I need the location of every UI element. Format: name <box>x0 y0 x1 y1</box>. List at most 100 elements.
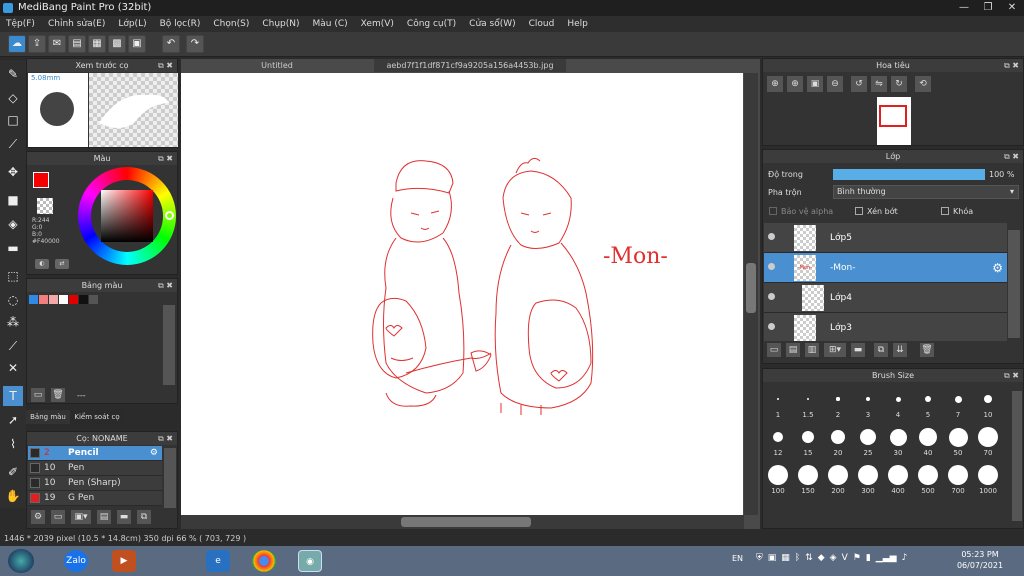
palette-swatch[interactable] <box>59 295 68 304</box>
saturation-square[interactable] <box>101 190 153 242</box>
select-rect-tool-icon[interactable]: ⬚ <box>3 266 23 286</box>
select-eraser-tool-icon[interactable]: ✕ <box>3 358 23 378</box>
move-tool-icon[interactable]: ✥ <box>3 162 23 182</box>
grid-icon[interactable]: ▩ <box>108 35 126 53</box>
language-indicator[interactable]: EN <box>732 554 743 563</box>
brush-size-dot[interactable] <box>773 432 783 442</box>
network-icon[interactable]: ⇅ <box>805 553 813 563</box>
brush-settings-icon[interactable]: ⚙ <box>31 510 45 524</box>
palette-scrollbar[interactable] <box>163 305 175 385</box>
delete-layer-icon[interactable]: 🗑 <box>920 343 934 357</box>
nvidia-icon[interactable]: ◆ <box>818 553 825 563</box>
comment-icon[interactable]: ✉ <box>48 35 66 53</box>
undo-icon[interactable]: ↶ <box>162 35 180 53</box>
brush-size-dot[interactable] <box>828 465 848 485</box>
canvas-vscroll[interactable] <box>744 73 758 515</box>
redo-icon[interactable]: ↷ <box>186 35 204 53</box>
delete-palette-icon[interactable]: 🗑 <box>51 388 65 402</box>
brush-list-item[interactable]: 10 Pen <box>28 461 162 476</box>
bluetooth-icon[interactable]: ᛒ <box>795 553 800 563</box>
battery-icon[interactable]: ▮ <box>866 553 871 563</box>
brush-size-dot[interactable] <box>806 397 810 401</box>
zoom-in-icon[interactable]: ⊕ <box>787 76 803 92</box>
pen-tool-icon[interactable]: ⟋ <box>3 134 23 154</box>
zoom-out-icon[interactable]: ⊖ <box>827 76 843 92</box>
close-button[interactable]: ✕ <box>1000 0 1024 16</box>
panel-buttons[interactable]: ⧉ ✖ <box>158 152 173 165</box>
brush-tool-icon[interactable]: ✎ <box>3 64 23 84</box>
panel-buttons[interactable]: ⧉ ✖ <box>1004 59 1019 72</box>
brush-size-dot[interactable] <box>948 427 968 447</box>
brush-size-dot[interactable] <box>802 431 814 443</box>
canvas-vscroll-thumb[interactable] <box>746 263 756 313</box>
color-wheel[interactable] <box>78 167 176 265</box>
hue-handle[interactable] <box>165 211 174 220</box>
canvas-hscroll[interactable] <box>181 515 744 529</box>
layer-scrollbar[interactable] <box>1008 230 1020 338</box>
add-brush-icon[interactable]: ▣▾ <box>71 510 91 524</box>
drawing-canvas[interactable]: -Mon- <box>181 73 743 515</box>
brush-size-scrollbar[interactable] <box>1012 391 1022 521</box>
brush-size-dot[interactable] <box>948 465 968 485</box>
brush-copy-icon[interactable]: ⧉ <box>137 510 151 524</box>
brush-size-dot[interactable] <box>978 427 998 447</box>
new-halftone-layer-icon[interactable]: ▤ <box>786 343 800 357</box>
zalo-icon[interactable]: Zalo <box>64 550 88 572</box>
panel-buttons[interactable]: ⧉ ✖ <box>158 59 173 72</box>
hand-tool-icon[interactable]: ✋ <box>3 486 23 506</box>
menu-tools[interactable]: Công cụ(T) <box>407 19 456 29</box>
gear-icon[interactable]: ⚙ <box>150 446 158 461</box>
brush-size-dot[interactable] <box>889 428 907 446</box>
opacity-slider[interactable] <box>833 169 985 180</box>
brush-size-dot[interactable] <box>858 465 878 485</box>
layer-row[interactable]: Lớp5 <box>764 223 1007 253</box>
color-swap-icon[interactable]: ⇄ <box>55 259 69 269</box>
tab-untitled[interactable]: Untitled <box>181 59 373 72</box>
bucket-tool-icon[interactable]: ◈ <box>3 214 23 234</box>
panel-buttons[interactable]: ⧉ ✖ <box>1004 369 1019 382</box>
brush-size-dot[interactable] <box>978 465 998 485</box>
panel-buttons[interactable]: ⧉ ✖ <box>1004 150 1019 163</box>
add-layer-menu-icon[interactable]: ⊞▾ <box>824 343 846 357</box>
panel-buttons[interactable]: ⧉ ✖ <box>158 432 173 445</box>
tab-brush-control[interactable]: Kiểm soát cọ <box>70 410 124 424</box>
maximize-button[interactable]: ❐ <box>976 0 1000 16</box>
brush-size-dot[interactable] <box>860 429 876 445</box>
brush-size-dot[interactable] <box>895 396 901 402</box>
navigator-thumbnail[interactable] <box>877 97 911 145</box>
duplicate-layer-icon[interactable]: ⧉ <box>874 343 888 357</box>
menu-help[interactable]: Help <box>567 19 588 29</box>
tiles-icon[interactable]: ▣ <box>128 35 146 53</box>
menu-edit[interactable]: Chỉnh sửa(E) <box>48 19 105 29</box>
brush-size-dot[interactable] <box>925 396 931 402</box>
brush-size-dot[interactable] <box>831 430 845 444</box>
brush-size-dot[interactable] <box>768 465 788 485</box>
navigator-viewport[interactable] <box>879 105 907 127</box>
clipping-checkbox[interactable] <box>855 207 863 215</box>
brush-doc-icon[interactable]: ▤ <box>97 510 111 524</box>
internet-explorer-icon[interactable]: e <box>206 550 230 572</box>
brush-list-item[interactable]: 10 Pen (Sharp) <box>28 476 162 491</box>
menu-layer[interactable]: Lớp(L) <box>118 19 146 29</box>
protect-alpha-checkbox[interactable] <box>769 207 777 215</box>
brush-size-dot[interactable] <box>919 428 937 446</box>
fill-rect-tool-icon[interactable]: ■ <box>3 190 23 210</box>
eye-icon[interactable] <box>768 293 775 300</box>
new-8bit-layer-icon[interactable]: ▥ <box>805 343 819 357</box>
palette-swatch[interactable] <box>49 295 58 304</box>
minimize-button[interactable]: — <box>952 0 976 16</box>
menu-file[interactable]: Tệp(F) <box>6 19 35 29</box>
color-option-icon[interactable]: ◐ <box>35 259 49 269</box>
antivirus-icon[interactable]: ◈ <box>830 553 837 563</box>
chat-icon[interactable]: ▤ <box>68 35 86 53</box>
layer-row[interactable]: Lớp3 <box>764 313 1007 341</box>
eye-icon[interactable] <box>768 323 775 330</box>
tab-palette[interactable]: Bảng màu <box>26 410 70 424</box>
select-pen-tool-icon[interactable]: ⟋ <box>3 336 23 356</box>
rotate-right-icon[interactable]: ↻ <box>891 76 907 92</box>
canvas-hscroll-thumb[interactable] <box>401 517 531 527</box>
brush-size-dot[interactable] <box>984 395 992 403</box>
medibang-icon[interactable]: ◉ <box>298 550 322 572</box>
layer-row[interactable]: Lớp4 <box>764 283 1007 313</box>
rotate-left-icon[interactable]: ↺ <box>851 76 867 92</box>
